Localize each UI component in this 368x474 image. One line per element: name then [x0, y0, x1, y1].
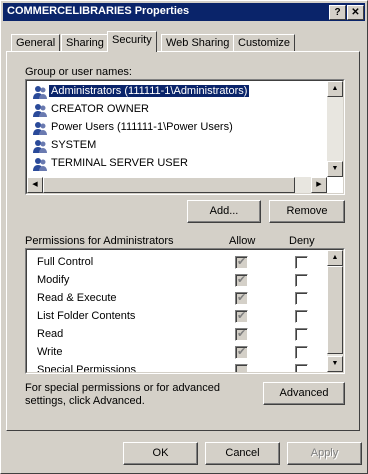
permission-special: Special Permissions	[37, 364, 137, 373]
tab-sharing[interactable]: Sharing	[61, 34, 109, 51]
list-item-label: TERMINAL SERVER USER	[51, 157, 188, 169]
permission-full-control: Full Control	[37, 256, 94, 268]
ok-button[interactable]: OK	[123, 442, 198, 465]
allow-checkbox[interactable]: ✔	[235, 292, 248, 305]
title-bar[interactable]: COMMERCELIBRARIES Properties ? ✕	[3, 3, 365, 21]
tab-general[interactable]: General	[11, 34, 61, 51]
scroll-down-icon[interactable]: ▼	[327, 356, 343, 372]
deny-checkbox[interactable]	[295, 292, 308, 305]
scroll-right-icon[interactable]: ▶	[311, 177, 327, 193]
scroll-up-icon[interactable]: ▲	[327, 81, 343, 97]
horizontal-scrollbar[interactable]: ◀ ▶	[27, 177, 327, 193]
user-group-icon	[33, 158, 47, 171]
list-item[interactable]: TERMINAL SERVER USER	[29, 155, 329, 173]
list-item[interactable]: Administrators (111111-1\Administrators)	[29, 83, 329, 101]
permission-read-execute: Read & Execute	[37, 292, 117, 304]
scroll-thumb[interactable]	[43, 177, 295, 193]
allow-checkbox[interactable]: ✔	[235, 274, 248, 287]
security-panel: Group or user names: Administrators (111…	[6, 51, 360, 431]
advanced-text: For special permissions or for advanced …	[25, 382, 221, 407]
list-item-label: SYSTEM	[51, 139, 97, 151]
permissions-list[interactable]: Full Control Modify Read & Execute List …	[25, 248, 345, 374]
allow-header: Allow	[229, 235, 256, 247]
allow-checkbox[interactable]: ✔	[235, 346, 248, 359]
scroll-left-icon[interactable]: ◀	[27, 177, 43, 193]
list-item[interactable]: CREATOR OWNER	[29, 101, 329, 119]
properties-dialog: COMMERCELIBRARIES Properties ? ✕ General…	[0, 0, 368, 474]
deny-checkbox[interactable]	[295, 310, 308, 323]
vertical-scrollbar[interactable]: ▲ ▼	[327, 81, 343, 177]
user-group-icon	[33, 122, 47, 135]
list-item-label: Administrators (111111-1\Administrators)	[49, 85, 250, 97]
list-item[interactable]: SYSTEM	[29, 137, 329, 155]
user-group-icon	[33, 104, 47, 117]
list-item-label: Power Users (111111-1\Power Users)	[51, 121, 233, 133]
deny-checkbox[interactable]	[295, 364, 308, 372]
tab-web-sharing[interactable]: Web Sharing	[161, 34, 235, 51]
scroll-thumb[interactable]	[327, 266, 343, 354]
scroll-up-icon[interactable]: ▲	[327, 250, 343, 266]
permissions-scrollbar[interactable]: ▲ ▼	[327, 250, 343, 372]
tab-security[interactable]: Security	[107, 31, 157, 52]
permission-list-folder: List Folder Contents	[37, 310, 136, 322]
user-group-icon	[33, 86, 47, 99]
permission-modify: Modify	[37, 274, 70, 286]
permissions-label: Permissions for Administrators	[25, 235, 174, 247]
deny-checkbox[interactable]	[295, 328, 308, 341]
permission-read: Read	[37, 328, 64, 340]
add-button[interactable]: Add...	[187, 200, 261, 223]
user-group-icon	[33, 140, 47, 153]
deny-checkbox[interactable]	[295, 256, 308, 269]
allow-checkbox[interactable]: ✔	[235, 310, 248, 323]
apply-button[interactable]: Apply	[287, 442, 362, 465]
help-button[interactable]: ?	[329, 5, 346, 20]
allow-checkbox[interactable]: ✔	[235, 328, 248, 341]
group-list-label: Group or user names:	[25, 66, 132, 78]
deny-checkbox[interactable]	[295, 346, 308, 359]
list-item[interactable]: Power Users (111111-1\Power Users)	[29, 119, 329, 137]
group-list[interactable]: Administrators (111111-1\Administrators)…	[25, 79, 345, 195]
permission-write: Write	[37, 346, 63, 358]
deny-checkbox[interactable]	[295, 274, 308, 287]
remove-button[interactable]: Remove	[269, 200, 345, 223]
list-item-label: CREATOR OWNER	[51, 103, 149, 115]
scroll-down-icon[interactable]: ▼	[327, 161, 343, 177]
close-button[interactable]: ✕	[347, 5, 364, 20]
cancel-button[interactable]: Cancel	[205, 442, 280, 465]
allow-checkbox[interactable]: ✔	[235, 256, 248, 269]
window-title: COMMERCELIBRARIES Properties	[7, 5, 190, 17]
allow-checkbox[interactable]	[235, 364, 248, 372]
advanced-button[interactable]: Advanced	[263, 382, 345, 405]
tab-customize[interactable]: Customize	[233, 34, 295, 51]
deny-header: Deny	[289, 235, 315, 247]
